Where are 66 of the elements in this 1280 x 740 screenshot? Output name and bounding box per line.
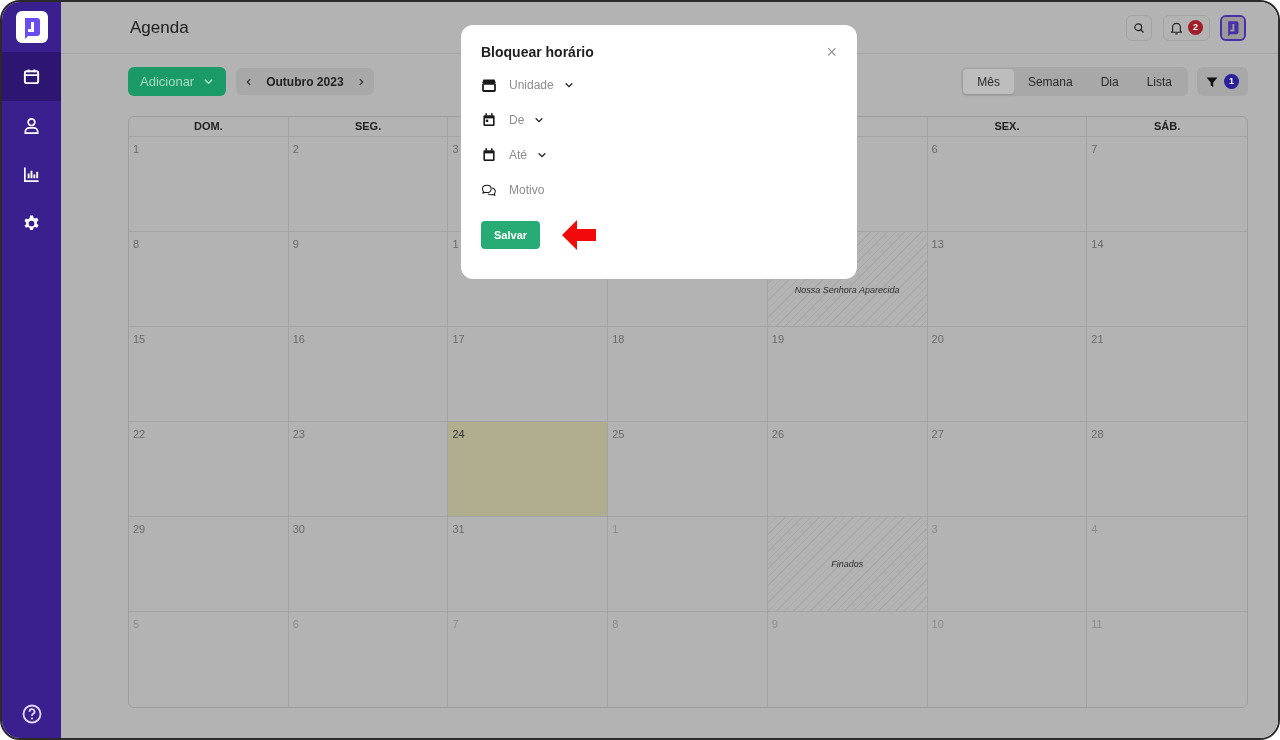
dropdown-field[interactable]: Unidade bbox=[509, 76, 574, 94]
dialog-title: Bloquear horário bbox=[481, 42, 594, 62]
month-label: Outubro 2023 bbox=[265, 73, 345, 91]
save-button[interactable]: Salvar bbox=[481, 221, 541, 249]
day-number: 1 bbox=[452, 237, 459, 252]
settings-icon bbox=[22, 214, 41, 233]
sidebar-nav-item[interactable] bbox=[2, 52, 61, 101]
funnel-icon bbox=[1206, 75, 1218, 88]
day-number: 31 bbox=[452, 522, 465, 537]
day-number: 15 bbox=[133, 332, 146, 347]
day-number: 29 bbox=[133, 522, 146, 537]
search-button[interactable] bbox=[1126, 14, 1152, 41]
app-logo bbox=[15, 11, 48, 43]
chat-bubbles-icon bbox=[481, 182, 497, 198]
dropdown-field[interactable]: De bbox=[509, 111, 545, 129]
day-number: 28 bbox=[1091, 427, 1104, 442]
day-number: 1 bbox=[133, 142, 140, 157]
day-number: 2 bbox=[292, 142, 299, 157]
dropdown-field[interactable]: Até bbox=[509, 146, 547, 164]
search-icon bbox=[1133, 21, 1145, 34]
bar-chart-icon bbox=[22, 165, 41, 184]
day-number: 30 bbox=[292, 522, 305, 537]
day-number: 13 bbox=[931, 237, 944, 252]
notifications-button[interactable]: 2 bbox=[1163, 14, 1210, 41]
day-number: 20 bbox=[931, 332, 944, 347]
chevron-down-icon bbox=[203, 76, 215, 87]
filter-count: 1 bbox=[1224, 74, 1239, 89]
filter-button[interactable]: 1 bbox=[1197, 67, 1248, 96]
weekday-header: SEG. bbox=[354, 119, 382, 135]
day-number: 27 bbox=[931, 427, 944, 442]
help-icon[interactable] bbox=[21, 704, 42, 724]
person-icon bbox=[22, 116, 41, 135]
calendar-icon bbox=[481, 147, 497, 163]
text-field[interactable]: Motivo bbox=[509, 181, 545, 199]
calendar-icon bbox=[481, 112, 497, 128]
day-number: 21 bbox=[1091, 332, 1104, 347]
weekday-header: SEX. bbox=[994, 119, 1020, 135]
day-number: 24 bbox=[452, 427, 465, 442]
holiday-label: Nossa Senhora Aparecida bbox=[793, 284, 901, 297]
day-number: 19 bbox=[771, 332, 785, 347]
bell-icon bbox=[1170, 20, 1183, 35]
day-number: 14 bbox=[1091, 237, 1104, 252]
day-number: 22 bbox=[133, 427, 146, 442]
notification-count: 2 bbox=[1188, 20, 1203, 35]
holiday-label: Finados bbox=[830, 558, 865, 571]
page-title: Agenda bbox=[130, 16, 190, 39]
day-number: 16 bbox=[292, 332, 305, 347]
store-icon bbox=[481, 77, 497, 93]
day-number: 18 bbox=[612, 332, 625, 347]
add-button[interactable]: Adicionar bbox=[128, 67, 227, 96]
calendar-icon bbox=[22, 67, 41, 86]
close-button[interactable]: × bbox=[826, 43, 837, 61]
day-number: 8 bbox=[133, 237, 140, 252]
weekday-header: SÁB. bbox=[1154, 119, 1181, 135]
day-number: 7 bbox=[1091, 142, 1098, 157]
day-number: 23 bbox=[292, 427, 305, 442]
weekday-header: DOM. bbox=[194, 119, 223, 135]
day-number: 25 bbox=[612, 427, 625, 442]
account-avatar[interactable] bbox=[1220, 14, 1246, 41]
day-number: 9 bbox=[292, 237, 299, 252]
day-number: 26 bbox=[771, 427, 785, 442]
day-number: 6 bbox=[931, 142, 938, 157]
view-tab[interactable]: Mês bbox=[963, 69, 1014, 94]
day-number: 3 bbox=[452, 142, 459, 157]
day-number: 17 bbox=[452, 332, 465, 347]
arrow-icon bbox=[562, 220, 597, 250]
